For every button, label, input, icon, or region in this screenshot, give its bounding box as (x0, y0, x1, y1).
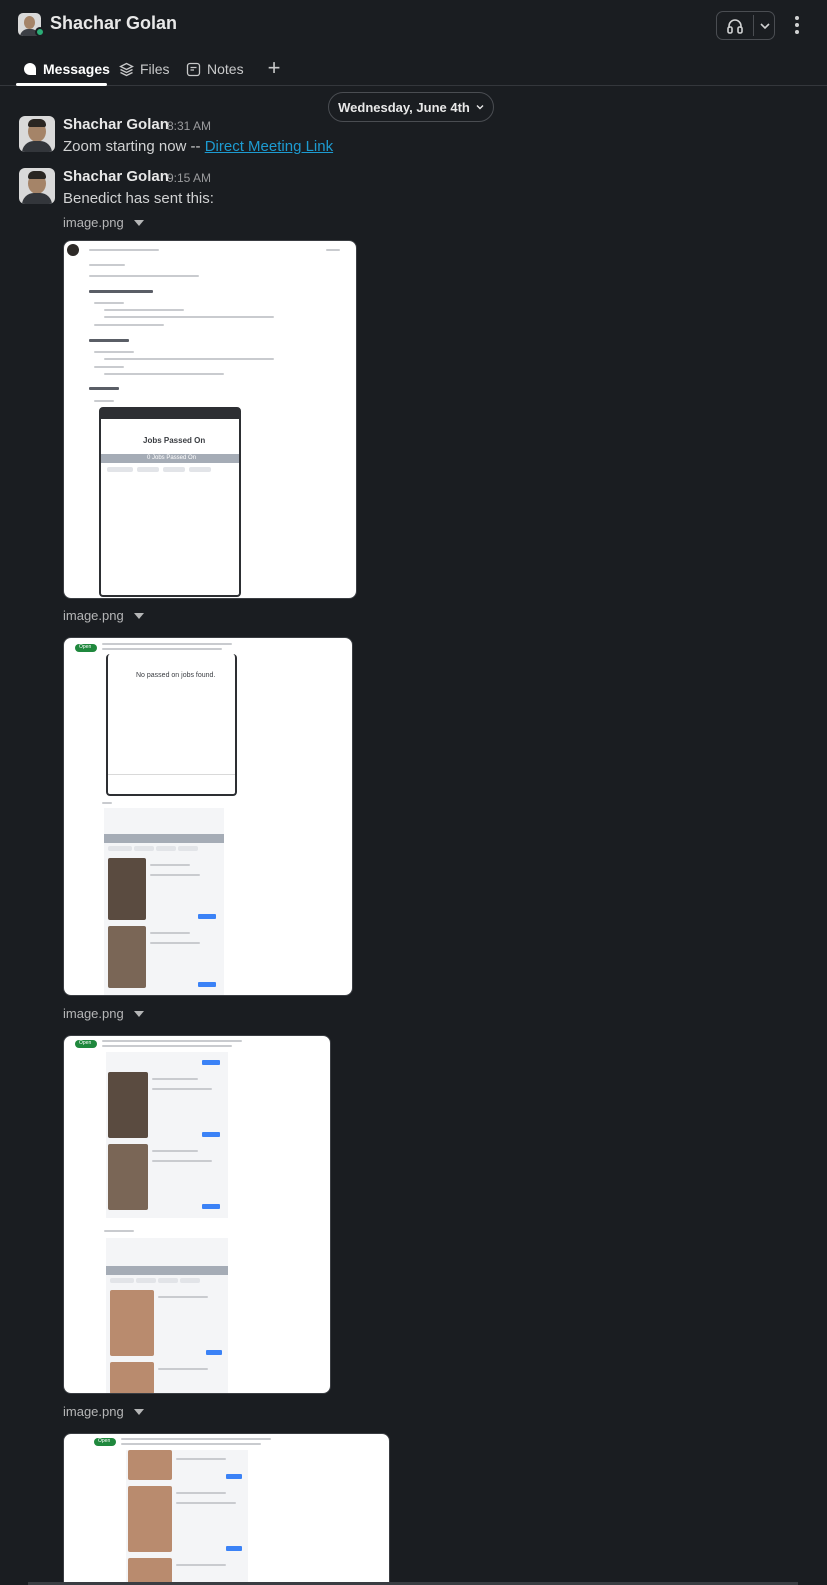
image-attachment[interactable]: Open (63, 1433, 390, 1585)
empty-state-text: No passed on jobs found. (136, 672, 216, 679)
file-name-toggle[interactable]: image.png (63, 215, 144, 230)
message-timestamp[interactable]: 8:31 AM (167, 119, 211, 133)
avatar[interactable] (19, 168, 55, 204)
avatar[interactable] (19, 116, 55, 152)
more-options-icon[interactable] (788, 14, 806, 36)
tab-files[interactable]: Files (119, 52, 170, 86)
caret-down-icon (133, 219, 144, 226)
tab-label: Messages (43, 61, 110, 77)
headphones-icon[interactable] (717, 12, 753, 39)
file-name: image.png (63, 1006, 124, 1021)
file-name-toggle[interactable]: image.png (63, 1006, 144, 1021)
tab-label: Files (140, 61, 170, 77)
active-tab-indicator (16, 83, 107, 86)
channel-tabs: Messages Files Notes + (0, 52, 827, 86)
channel-header: Shachar Golan (0, 0, 827, 50)
tab-label: Notes (207, 61, 244, 77)
chevron-down-icon (476, 105, 484, 110)
open-badge: Open (79, 1040, 92, 1046)
add-tab-button[interactable]: + (264, 57, 284, 79)
file-name-toggle[interactable]: image.png (63, 608, 144, 623)
message-timestamp[interactable]: 9:15 AM (167, 171, 211, 185)
caret-down-icon (133, 1408, 144, 1415)
message-body: Zoom starting now -- (63, 138, 205, 155)
chevron-down-icon[interactable] (754, 12, 775, 39)
layers-icon (119, 62, 134, 76)
open-badge: Open (79, 644, 92, 650)
message-author[interactable]: Shachar Golan (63, 116, 169, 133)
file-name: image.png (63, 215, 124, 230)
image-attachment[interactable]: Open No passed on jobs found. (63, 637, 353, 996)
file-name: image.png (63, 1404, 124, 1419)
date-label: Wednesday, June 4th (338, 99, 470, 115)
caret-down-icon (133, 1010, 144, 1017)
phone-title: Jobs Passed On (143, 436, 206, 445)
caret-down-icon (133, 612, 144, 619)
file-name-toggle[interactable]: image.png (63, 1404, 144, 1419)
file-name: image.png (63, 608, 124, 623)
tab-messages[interactable]: Messages (23, 52, 110, 86)
message-text: Benedict has sent this: (63, 190, 214, 207)
channel-title[interactable]: Shachar Golan (50, 13, 177, 34)
message-author[interactable]: Shachar Golan (63, 168, 169, 185)
image-attachment[interactable]: Open (63, 1035, 331, 1394)
message-bubble-icon (24, 63, 36, 75)
open-badge: Open (98, 1438, 111, 1444)
tab-notes[interactable]: Notes (186, 52, 244, 86)
huddle-button[interactable] (716, 11, 775, 40)
image-attachment[interactable]: Jobs Passed On 0 Jobs Passed On (63, 240, 357, 599)
phone-bar-label: 0 Jobs Passed On (147, 455, 197, 461)
presence-indicator (35, 27, 45, 37)
date-divider[interactable]: Wednesday, June 4th (328, 92, 494, 122)
meeting-link[interactable]: Direct Meeting Link (205, 138, 333, 155)
message-text: Zoom starting now -- Direct Meeting Link (63, 138, 333, 155)
note-icon (186, 62, 201, 76)
